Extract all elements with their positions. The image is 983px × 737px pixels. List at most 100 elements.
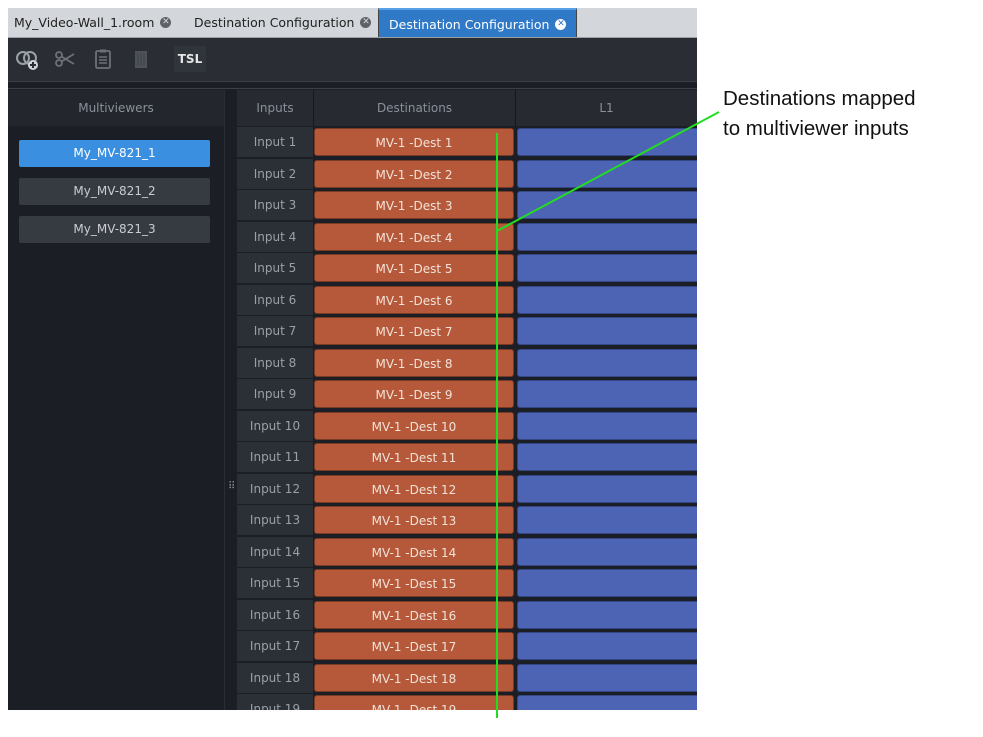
- tab-destination-configuration-2[interactable]: Destination Configuration ✕: [378, 8, 578, 37]
- input-cell: Input 11: [237, 442, 313, 472]
- destination-cell[interactable]: MV-1 -Dest 9: [314, 380, 514, 408]
- paste-button[interactable]: [88, 44, 118, 74]
- multiviewers-panel: Multiviewers My_MV-821_1 My_MV-821_2 My_…: [8, 90, 224, 710]
- multiviewer-item-3[interactable]: My_MV-821_3: [19, 216, 210, 243]
- clipboard-icon: [95, 49, 111, 69]
- l1-cell[interactable]: [517, 222, 697, 251]
- table-row: Input 13 MV-1 -Dest 13: [237, 505, 697, 537]
- destination-cell[interactable]: MV-1 -Dest 15: [314, 569, 514, 597]
- tab-video-wall-room[interactable]: My_Video-Wall_1.room ✕: [14, 8, 172, 37]
- l1-cell[interactable]: [517, 380, 697, 408]
- close-circle-icon[interactable]: ✕: [555, 19, 567, 30]
- close-circle-icon[interactable]: ✕: [360, 17, 372, 28]
- table-row: Input 16 MV-1 -Dest 16: [237, 599, 697, 632]
- destination-cell[interactable]: MV-1 -Dest 14: [314, 537, 514, 566]
- table-row: Input 1 MV-1 -Dest 1: [237, 127, 697, 159]
- table-row: Input 15 MV-1 -Dest 15: [237, 568, 697, 600]
- l1-cell[interactable]: [517, 569, 697, 597]
- input-cell: Input 19: [237, 694, 313, 710]
- l1-cell[interactable]: [517, 663, 697, 692]
- l1-cell[interactable]: [517, 191, 697, 219]
- destination-cell[interactable]: MV-1 -Dest 5: [314, 254, 514, 282]
- tab-destination-configuration-1[interactable]: Destination Configuration ✕: [194, 8, 372, 37]
- input-cell: Input 1: [237, 127, 313, 157]
- destination-cell[interactable]: MV-1 -Dest 3: [314, 191, 514, 219]
- input-cell: Input 13: [237, 505, 313, 535]
- destination-cell[interactable]: MV-1 -Dest 13: [314, 506, 514, 534]
- panel-splitter[interactable]: [224, 90, 238, 710]
- table-row: Input 6 MV-1 -Dest 6: [237, 284, 697, 317]
- l1-cell[interactable]: [517, 317, 697, 345]
- table-row: Input 3 MV-1 -Dest 3: [237, 190, 697, 222]
- destination-cell[interactable]: MV-1 -Dest 4: [314, 222, 514, 251]
- table-row: Input 9 MV-1 -Dest 9: [237, 379, 697, 411]
- tab-bar: My_Video-Wall_1.room ✕ Destination Config…: [8, 8, 697, 38]
- input-cell: Input 6: [237, 284, 313, 315]
- table-row: Input 17 MV-1 -Dest 17: [237, 631, 697, 663]
- tab-label: Destination Configuration: [194, 15, 355, 30]
- table-row: Input 14 MV-1 -Dest 14: [237, 536, 697, 569]
- l1-cell[interactable]: [517, 128, 697, 156]
- l1-cell[interactable]: [517, 285, 697, 314]
- destination-cell[interactable]: MV-1 -Dest 18: [314, 663, 514, 692]
- delete-button[interactable]: [126, 44, 156, 74]
- input-cell: Input 16: [237, 599, 313, 630]
- destination-cell[interactable]: MV-1 -Dest 12: [314, 474, 514, 503]
- input-cell: Input 14: [237, 536, 313, 567]
- l1-cell[interactable]: [517, 443, 697, 471]
- l1-cell[interactable]: [517, 254, 697, 282]
- input-cell: Input 8: [237, 347, 313, 378]
- column-header-destinations: Destinations: [314, 90, 516, 126]
- destination-cell[interactable]: MV-1 -Dest 6: [314, 285, 514, 314]
- cut-button[interactable]: [50, 44, 80, 74]
- input-cell: Input 10: [237, 410, 313, 441]
- table-row: Input 7 MV-1 -Dest 7: [237, 316, 697, 348]
- app-window: My_Video-Wall_1.room ✕ Destination Config…: [8, 8, 697, 710]
- table-row: Input 11 MV-1 -Dest 11: [237, 442, 697, 474]
- destination-cell[interactable]: MV-1 -Dest 16: [314, 600, 514, 629]
- multiviewer-item-1[interactable]: My_MV-821_1: [19, 140, 210, 167]
- destination-grid: Inputs Destinations L1 Input 1 MV-1 -Dest…: [237, 90, 697, 710]
- destination-cell[interactable]: MV-1 -Dest 17: [314, 632, 514, 660]
- table-row: Input 18 MV-1 -Dest 18: [237, 662, 697, 695]
- l1-cell[interactable]: [517, 348, 697, 377]
- l1-cell[interactable]: [517, 506, 697, 534]
- table-row: Input 19 MV-1 -Dest 19: [237, 694, 697, 710]
- destination-cell[interactable]: MV-1 -Dest 8: [314, 348, 514, 377]
- table-row: Input 12 MV-1 -Dest 12: [237, 473, 697, 506]
- l1-cell[interactable]: [517, 537, 697, 566]
- input-cell: Input 18: [237, 662, 313, 693]
- l1-cell[interactable]: [517, 695, 697, 710]
- destination-cell[interactable]: MV-1 -Dest 7: [314, 317, 514, 345]
- table-row: Input 10 MV-1 -Dest 10: [237, 410, 697, 443]
- multiviewers-header: Multiviewers: [8, 90, 224, 126]
- input-cell: Input 7: [237, 316, 313, 346]
- l1-cell[interactable]: [517, 411, 697, 440]
- tsl-button[interactable]: TSL: [174, 46, 206, 72]
- table-row: Input 8 MV-1 -Dest 8: [237, 347, 697, 380]
- table-row: Input 2 MV-1 -Dest 2: [237, 158, 697, 191]
- destination-cell[interactable]: MV-1 -Dest 19: [314, 695, 514, 710]
- l1-cell[interactable]: [517, 600, 697, 629]
- annotation-text: Destinations mapped to multiviewer input…: [723, 84, 983, 144]
- multiviewer-item-2[interactable]: My_MV-821_2: [19, 178, 210, 205]
- destination-cell[interactable]: MV-1 -Dest 2: [314, 159, 514, 188]
- column-header-l1: L1: [516, 90, 697, 126]
- input-cell: Input 17: [237, 631, 313, 661]
- input-cell: Input 15: [237, 568, 313, 598]
- destination-cell[interactable]: MV-1 -Dest 11: [314, 443, 514, 471]
- toolbar-divider: [8, 88, 697, 89]
- column-header-inputs: Inputs: [237, 90, 314, 126]
- destination-cell[interactable]: MV-1 -Dest 10: [314, 411, 514, 440]
- input-cell: Input 5: [237, 253, 313, 283]
- add-link-button[interactable]: [12, 44, 42, 74]
- add-link-icon: [16, 51, 38, 70]
- l1-cell[interactable]: [517, 474, 697, 503]
- l1-cell[interactable]: [517, 159, 697, 188]
- l1-cell[interactable]: [517, 632, 697, 660]
- drag-handle-icon[interactable]: ⠿: [228, 481, 235, 492]
- destination-cell[interactable]: MV-1 -Dest 1: [314, 128, 514, 156]
- table-row: Input 5 MV-1 -Dest 5: [237, 253, 697, 285]
- close-circle-icon[interactable]: ✕: [160, 17, 172, 28]
- trash-icon: [135, 51, 147, 68]
